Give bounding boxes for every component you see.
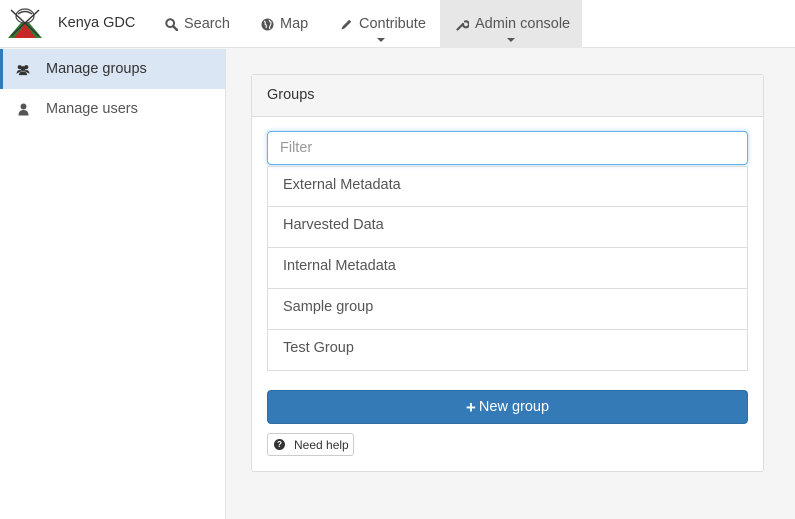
nav-search-label: Search [184,16,230,32]
need-help-label: Need help [294,437,349,452]
nav-contribute-label: Contribute [359,16,426,32]
sidebar-item-label: Manage groups [46,61,147,77]
brand-title[interactable]: Kenya GDC [58,15,135,31]
chevron-down-icon [507,38,515,42]
globe-icon [261,18,274,30]
pencil-icon [341,19,352,29]
admin-sidebar: Manage groups Manage users [0,49,226,519]
group-list-item[interactable]: Harvested Data [267,207,748,248]
group-list-item[interactable]: Internal Metadata [267,248,748,289]
need-help-button[interactable]: ? Need help [267,433,354,456]
new-group-label: New group [478,399,550,415]
nav-admin-console-label: Admin console [475,16,571,32]
nav-admin-console[interactable]: Admin console [440,0,582,48]
chevron-down-icon [377,38,385,42]
top-navbar: Kenya GDC Search Map Contribute Admin co… [0,0,795,48]
users-icon [16,64,30,75]
group-list-item[interactable]: Test Group [267,330,748,371]
question-circle-icon: ? [274,439,285,450]
group-list-item[interactable]: Sample group [267,289,748,330]
nav-map[interactable]: Map [261,0,308,48]
user-icon [18,103,28,115]
nav-map-label: Map [280,16,309,32]
sidebar-item-label: Manage users [46,101,138,117]
sidebar-item-manage-users[interactable]: Manage users [0,89,225,129]
plus-icon: + [465,397,476,417]
filter-input[interactable] [267,131,748,165]
search-icon [165,17,178,31]
groups-list: External Metadata Harvested Data Interna… [267,166,748,371]
kenya-gdc-logo[interactable] [6,6,44,40]
new-group-button[interactable]: + New group [267,390,748,424]
group-list-item[interactable]: External Metadata [267,166,748,207]
nav-search[interactable]: Search [165,0,230,48]
nav-contribute[interactable]: Contribute [340,0,426,48]
sidebar-item-manage-groups[interactable]: Manage groups [0,49,225,89]
wrench-icon [456,19,469,31]
panel-title: Groups [252,75,763,117]
groups-panel: Groups External Metadata Harvested Data … [251,74,764,472]
